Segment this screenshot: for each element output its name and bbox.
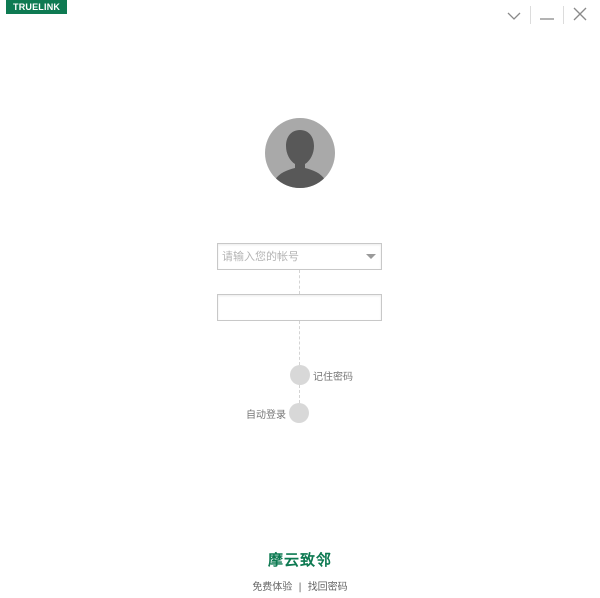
minimize-icon	[539, 6, 555, 25]
password-field	[217, 294, 382, 321]
connector-line	[299, 385, 300, 403]
user-silhouette-icon	[265, 130, 335, 188]
password-input[interactable]	[218, 295, 381, 320]
chevron-down-icon	[507, 6, 521, 25]
close-button[interactable]	[568, 4, 592, 26]
free-trial-link[interactable]: 免费体验	[252, 582, 292, 593]
remember-password-toggle[interactable]: 记住密码	[290, 365, 353, 385]
remember-password-switch[interactable]	[290, 365, 310, 385]
collapse-button[interactable]	[502, 4, 526, 26]
footer-separator: |	[298, 582, 302, 593]
account-input[interactable]	[218, 244, 381, 269]
truelink-logo-tag: TRUELINK	[6, 0, 68, 14]
account-field	[217, 243, 382, 270]
connector-line	[299, 321, 300, 365]
window-controls	[502, 4, 592, 26]
footer-links: 免费体验 | 找回密码	[0, 578, 600, 593]
connector-line	[299, 270, 300, 294]
auto-login-switch[interactable]	[289, 403, 309, 423]
minimize-button[interactable]	[535, 4, 559, 26]
window-controls-divider	[563, 6, 564, 24]
remember-password-label: 记住密码	[313, 371, 353, 383]
retrieve-password-link[interactable]: 找回密码	[308, 582, 348, 593]
avatar[interactable]	[265, 118, 335, 188]
auto-login-toggle[interactable]: 自动登录	[246, 403, 309, 423]
auto-login-label: 自动登录	[246, 409, 286, 421]
window-controls-divider	[530, 6, 531, 24]
close-icon	[573, 6, 587, 25]
brand-name: 摩云致邻	[267, 551, 332, 569]
account-dropdown-arrow-icon[interactable]	[366, 254, 376, 259]
